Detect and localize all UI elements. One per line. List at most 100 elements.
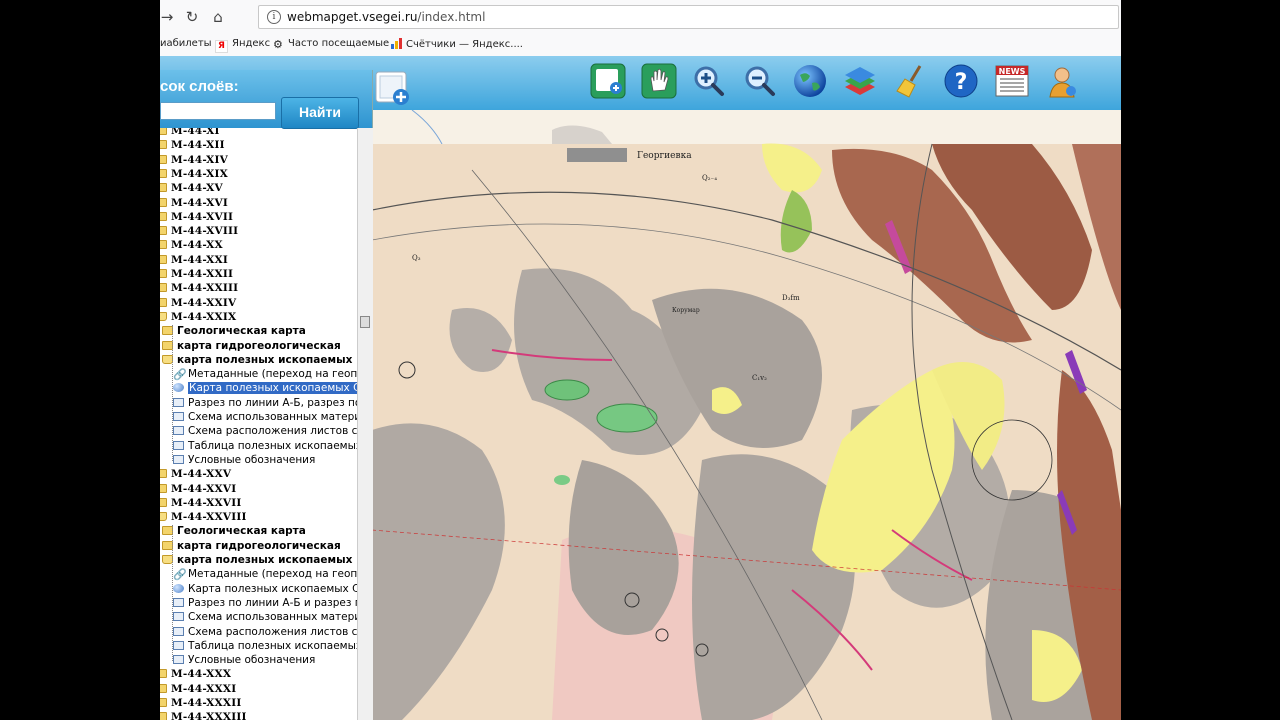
bookmark-frequent[interactable]: ⚙ Часто посещаемые <box>273 38 389 50</box>
tree-item[interactable]: M-44-XIV <box>160 153 228 167</box>
tree-item[interactable]: Разрез по линии А-Б, разрез по <box>173 396 357 410</box>
tree-item[interactable]: M-44-XXXII <box>160 696 241 710</box>
tree-item-label: Геологическая карта <box>177 325 306 338</box>
tree-item[interactable]: M-44-XX <box>160 238 223 252</box>
tree-item[interactable]: Схема использованных материа. <box>173 610 357 624</box>
tree-item[interactable]: M-44-XXXI <box>160 682 236 696</box>
tree-item[interactable]: M-44-XXV <box>160 467 231 481</box>
user-icon[interactable] <box>1044 63 1080 99</box>
tree-item[interactable]: Схема расположения листов сер <box>173 424 357 438</box>
zoom-out-icon[interactable] <box>742 63 778 99</box>
bookmark-counters[interactable]: Счётчики — Яндекс.... <box>391 38 523 50</box>
tree-scrollbar[interactable] <box>357 128 373 720</box>
home-icon[interactable]: ⌂ <box>209 8 227 26</box>
tree-item[interactable]: 🔗Метаданные (переход на геопор <box>173 567 357 581</box>
tree-item[interactable]: Разрез по линии А-Б и разрез по <box>173 596 357 610</box>
tree-item[interactable]: карта полезных ископаемых <box>162 553 352 567</box>
folder-icon <box>160 140 167 150</box>
tree-item[interactable]: M-44-XVIII <box>160 224 238 238</box>
globe-icon[interactable] <box>792 63 828 99</box>
folder-icon <box>160 183 167 193</box>
tree-item[interactable]: M-44-XI <box>160 128 220 138</box>
svg-text:?: ? <box>955 70 968 95</box>
tree-item[interactable]: карта полезных ископаемых <box>162 353 352 367</box>
document-icon <box>173 397 184 407</box>
tree-item[interactable]: карта гидрогеологическая <box>162 539 341 553</box>
folder-icon <box>160 269 167 278</box>
tree-item[interactable]: M-44-XVI <box>160 196 228 210</box>
address-bar[interactable]: i webmapget.vsegei.ru/index.html <box>258 5 1119 29</box>
reload-icon[interactable]: ↻ <box>183 8 201 26</box>
tree-item-label: M-44-XXVIII <box>171 511 247 524</box>
tree-item-label: M-44-XIX <box>171 167 228 180</box>
zoom-in-icon[interactable] <box>691 63 727 99</box>
tree-item[interactable]: Таблица полезных ископаемых <box>173 439 357 453</box>
layer-search-input[interactable] <box>160 102 276 120</box>
add-window-icon[interactable] <box>590 63 626 99</box>
tree-item-label: M-44-XXXII <box>171 697 242 709</box>
help-icon[interactable]: ? <box>943 63 979 99</box>
tree-item[interactable]: M-44-XV <box>160 181 223 195</box>
broom-icon[interactable] <box>893 63 929 99</box>
tree-item[interactable]: Таблица полезных ископаемых <box>173 639 357 653</box>
tree-item[interactable]: Геологическая карта <box>162 524 306 538</box>
tree-item-label: карта полезных ископаемых <box>177 353 353 366</box>
folder-icon <box>160 128 167 135</box>
folder-open-icon <box>160 512 167 522</box>
document-icon <box>173 655 184 665</box>
tree-item[interactable]: M-44-XIX <box>160 167 228 181</box>
tree-item[interactable]: Геологическая карта <box>162 324 306 338</box>
tree-item[interactable]: M-44-XXIII <box>160 281 238 295</box>
document-icon <box>173 440 184 450</box>
bookmark-tickets[interactable]: иабилеты <box>160 38 212 49</box>
tree-item[interactable]: M-44-XXXIII <box>160 710 247 720</box>
tree-item[interactable]: Карта полезных ископаемых СССР <box>173 381 357 395</box>
tree-item[interactable]: Схема расположения листов сер <box>173 625 357 639</box>
tree-item[interactable]: M-44-XXVI <box>160 482 236 496</box>
tree-item[interactable]: M-44-XXVIII <box>160 510 247 524</box>
tree-item-label: Схема использованных материа. <box>188 411 357 423</box>
folder-icon <box>160 669 167 679</box>
tree-item[interactable]: Карта полезных ископаемых СССР <box>173 582 357 596</box>
folder-icon <box>160 254 167 264</box>
geological-map[interactable]: Георгиевка Корумар Q₃ Q₂₋₄ D₃fm C₁v₂ <box>372 110 1121 720</box>
tree-item[interactable]: M-44-XXII <box>160 267 233 281</box>
tree-item[interactable]: Условные обозначения <box>173 653 315 667</box>
tree-item[interactable]: M-44-XVII <box>160 210 233 224</box>
folder-icon <box>160 469 167 479</box>
search-button[interactable]: Найти <box>281 97 359 129</box>
tree-item[interactable]: 🔗Метаданные (переход на геопор <box>173 367 357 381</box>
tree-item[interactable]: M-44-XXI <box>160 253 228 267</box>
tree-item[interactable]: M-44-XXIX <box>160 310 236 324</box>
tree-item-label: M-44-XV <box>171 182 223 195</box>
tree-item-label: M-44-XXIV <box>171 296 237 309</box>
folder-icon <box>160 226 167 236</box>
hand-pan-icon[interactable] <box>641 63 677 99</box>
tree-item[interactable]: Схема использованных материа. <box>173 410 357 424</box>
info-icon[interactable]: i <box>267 10 281 24</box>
add-layer-button[interactable] <box>374 70 410 106</box>
bookmark-yandex[interactable]: Я Яндекс <box>215 38 270 53</box>
tree-item[interactable]: M-44-XII <box>160 138 225 152</box>
folder-icon <box>160 197 167 207</box>
folder-icon <box>160 497 167 507</box>
tree-item-label: M-44-XIV <box>171 153 228 166</box>
tree-item-label: Метаданные (переход на геопор <box>188 368 357 381</box>
forward-icon[interactable]: → <box>160 8 176 26</box>
tree-item-label: карта гидрогеологическая <box>177 339 341 352</box>
tree-item[interactable]: M-44-XXX <box>160 667 231 681</box>
tree-item-label: карта гидрогеологическая <box>177 539 341 552</box>
tree-item[interactable]: M-44-XXVII <box>160 496 241 510</box>
url-text: webmapget.vsegei.ru/index.html <box>287 10 486 24</box>
tree-item[interactable]: Условные обозначения <box>173 453 315 467</box>
link-icon: 🔗 <box>173 568 187 582</box>
layers-panel: сок слоёв: Найти M-44-XI M-44-XII M-44-XIV… <box>160 70 373 720</box>
tree-item[interactable]: M-44-XXIV <box>160 296 236 310</box>
news-icon[interactable]: NEWS <box>994 63 1030 99</box>
browser-navbar: → ↻ ⌂ i webmapget.vsegei.ru/index.html <box>160 0 1121 35</box>
layers-icon[interactable] <box>842 63 878 99</box>
tree-item-label: Схема расположения листов сер <box>188 625 357 638</box>
scrollbar-thumb[interactable] <box>360 316 370 328</box>
tree-item[interactable]: карта гидрогеологическая <box>162 339 341 353</box>
bar-chart-icon <box>391 38 402 49</box>
